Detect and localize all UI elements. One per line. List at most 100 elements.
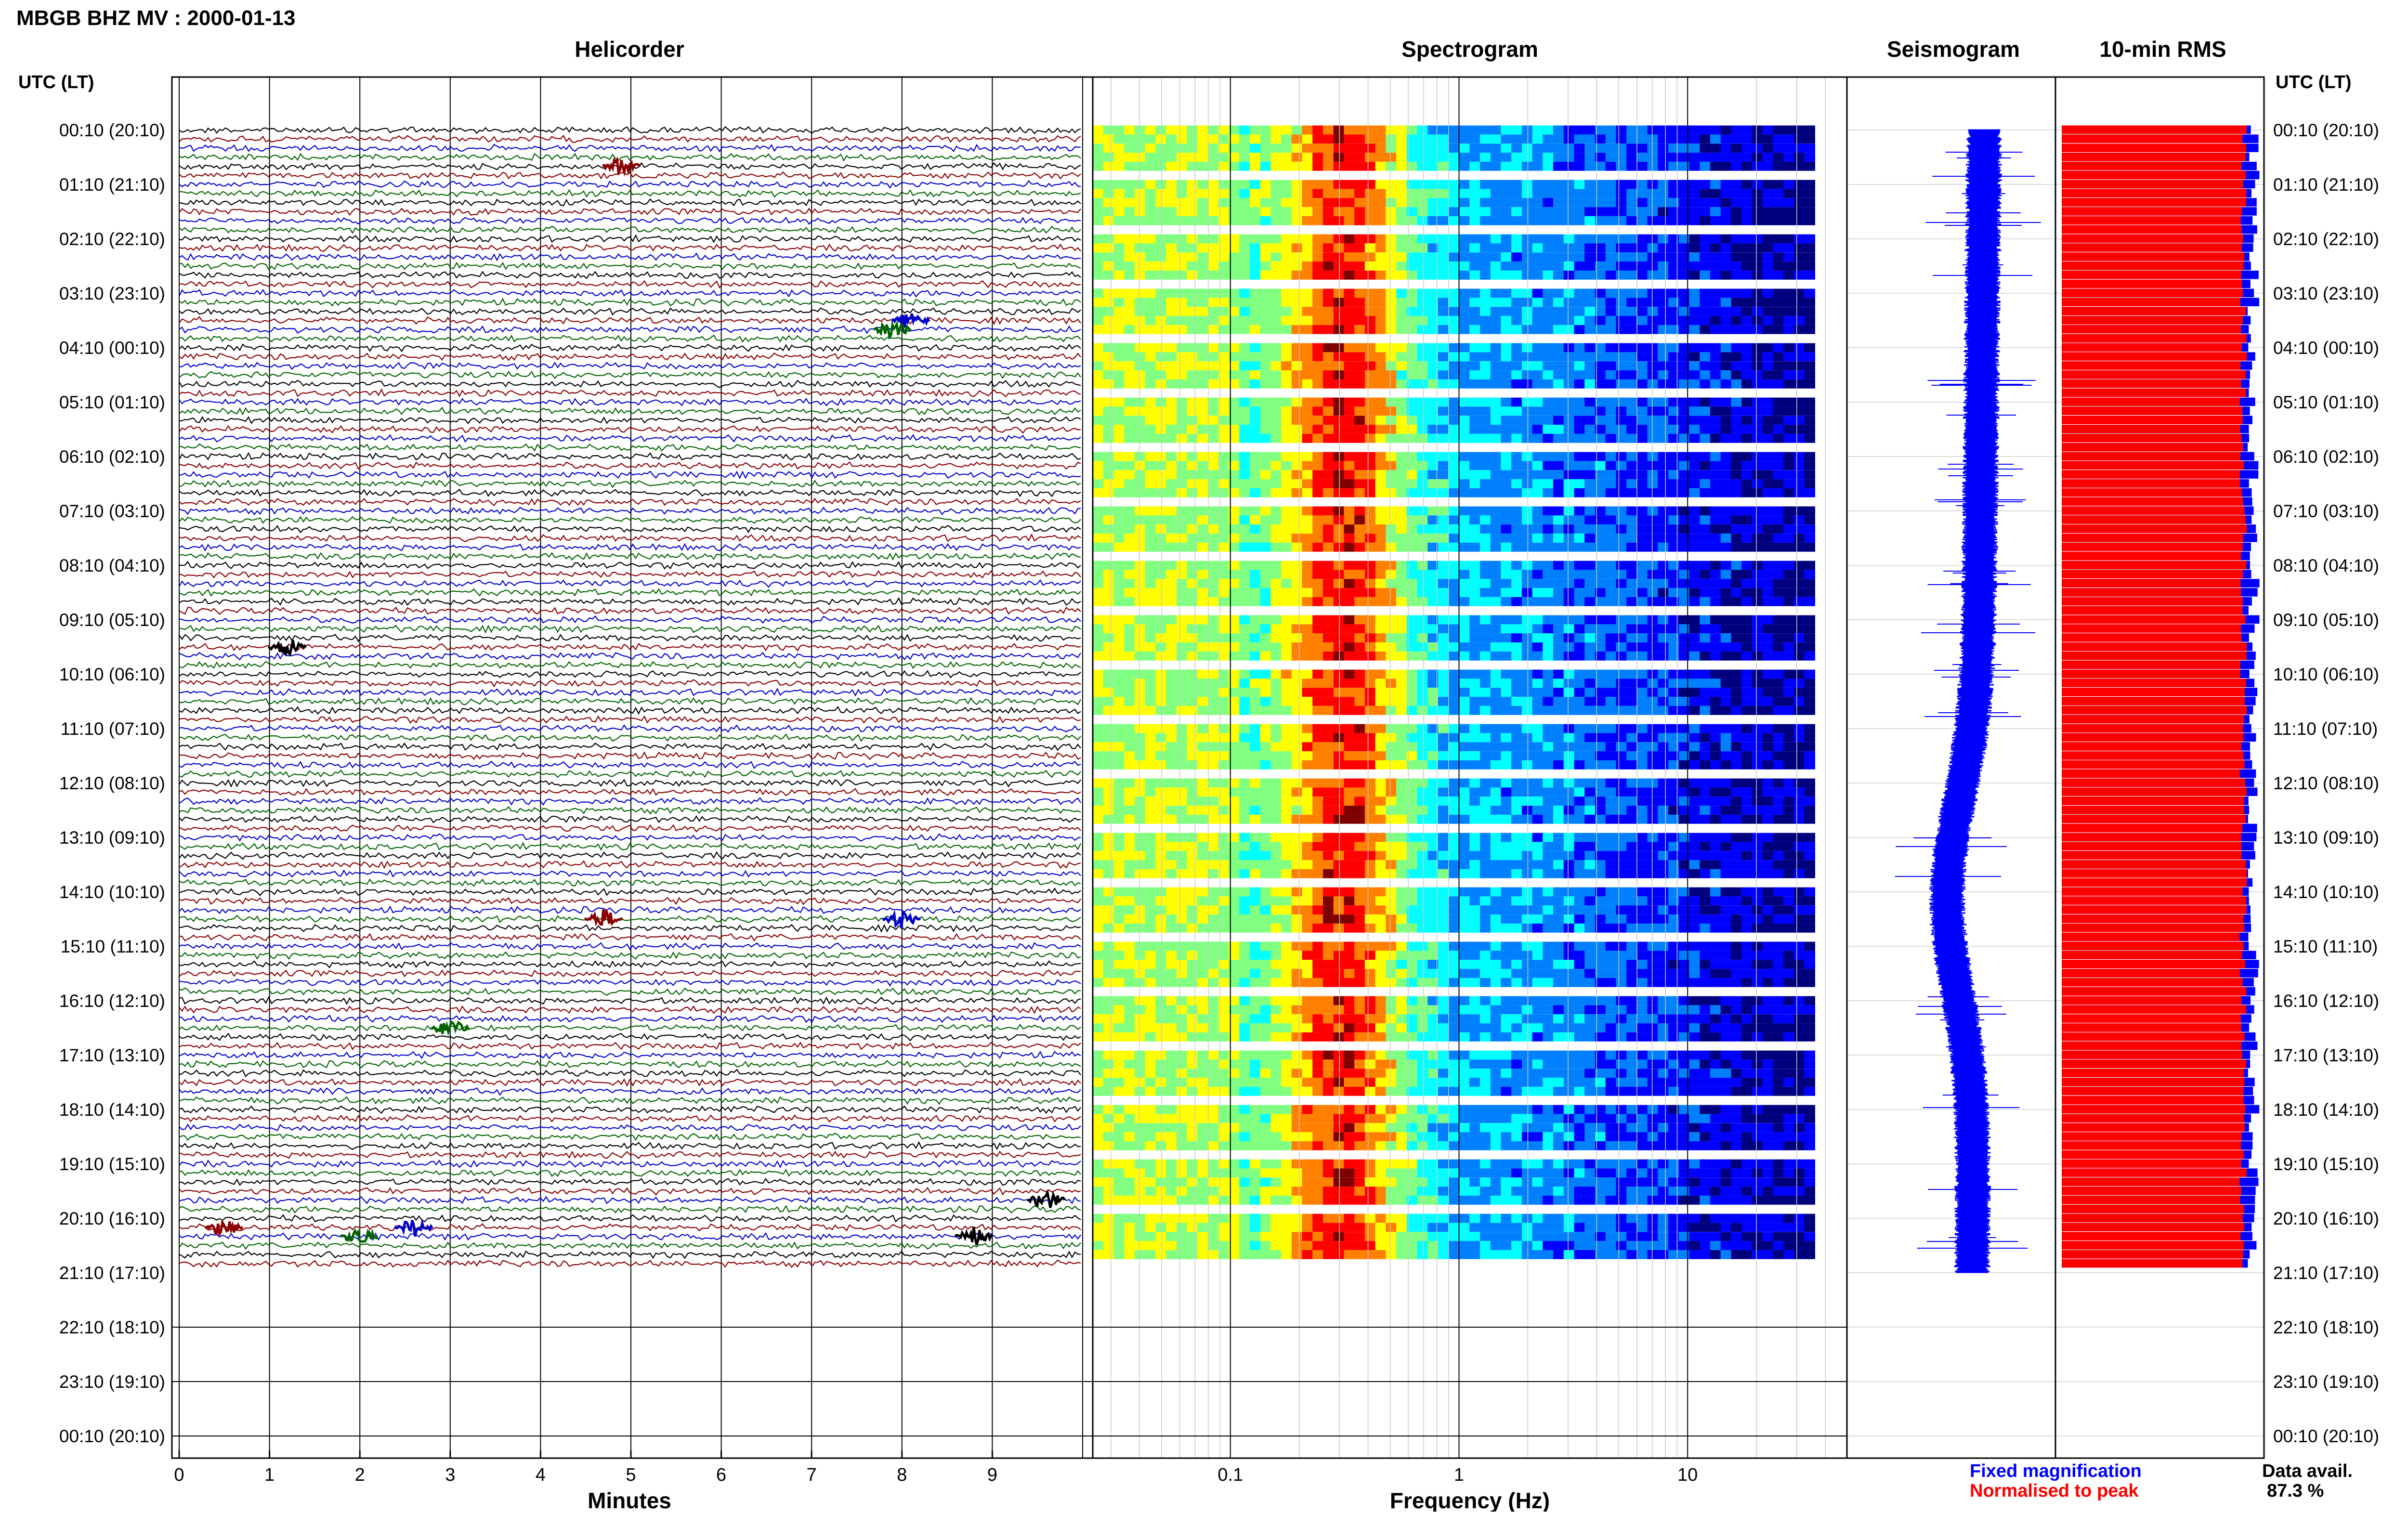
- spectrogram-cell: [1417, 397, 1428, 407]
- spectrogram-cell: [1354, 288, 1365, 298]
- spectrogram-cell: [1480, 144, 1491, 153]
- spectrogram-cell: [1543, 252, 1554, 262]
- spectrogram-cell: [1281, 416, 1292, 425]
- spectrogram-cell: [1281, 379, 1292, 389]
- spectrogram-cell: [1323, 515, 1334, 525]
- spectrogram-cell: [1636, 144, 1648, 153]
- spectrogram-cell: [1302, 570, 1313, 579]
- spectrogram-cell: [1563, 153, 1575, 162]
- spectrogram-cell: [1752, 778, 1763, 788]
- spectrogram-cell: [1166, 153, 1177, 162]
- spectrogram-cell: [1187, 252, 1198, 262]
- spectrogram-cell: [1658, 697, 1669, 706]
- spectrogram-cell: [1553, 479, 1564, 488]
- spectrogram-cell: [1793, 615, 1805, 625]
- spectrogram-cell: [1459, 125, 1470, 135]
- spectrogram-cell: [1249, 343, 1261, 352]
- spectrogram-cell: [1783, 370, 1794, 379]
- spectrogram-cell: [1176, 833, 1188, 842]
- spectrogram-cell: [1480, 461, 1491, 470]
- spectrogram-cell: [1762, 370, 1774, 379]
- spectrogram-cell: [1459, 705, 1470, 715]
- spectrogram-cell: [1605, 705, 1617, 715]
- spectrogram-cell: [1113, 470, 1125, 480]
- spectrogram-cell: [1333, 234, 1345, 244]
- spectrogram-cell: [1386, 860, 1397, 869]
- spectrogram-cell: [1710, 642, 1721, 652]
- spectrogram-cell: [1134, 261, 1146, 271]
- spectrogram-cell: [1386, 189, 1397, 198]
- spectrogram-cell: [1386, 842, 1397, 851]
- spectrogram-cell: [1260, 669, 1271, 679]
- spectrogram-cell: [1155, 488, 1166, 497]
- spectrogram-cell: [1584, 651, 1596, 661]
- spectrogram-cell: [1208, 851, 1219, 860]
- spectrogram-cell: [1511, 470, 1522, 480]
- spectrogram-cell: [1103, 624, 1114, 634]
- spectrogram-cell: [1459, 561, 1470, 570]
- spectrogram-cell: [1270, 806, 1282, 815]
- spectrogram-cell: [1270, 153, 1282, 162]
- spectrogram-cell: [1145, 298, 1156, 307]
- spectrogram-cell: [1260, 633, 1271, 642]
- spectrogram-cell: [1208, 597, 1219, 606]
- spectrogram-cell: [1187, 679, 1198, 688]
- spectrogram-cell: [1093, 270, 1104, 280]
- spectrogram-cell: [1386, 416, 1397, 425]
- spectrogram-cell: [1584, 742, 1596, 751]
- spectrogram-cell: [1689, 425, 1700, 434]
- spectrogram-cell: [1647, 488, 1659, 497]
- spectrogram-cell: [1134, 588, 1146, 597]
- spectrogram-cell: [1532, 787, 1544, 797]
- spectrogram-cell: [1532, 198, 1544, 207]
- spectrogram-cell: [1312, 542, 1323, 552]
- spectrogram-cell: [1584, 125, 1596, 135]
- spectrogram-cell: [1783, 669, 1794, 679]
- spectrogram-cell: [1270, 343, 1282, 352]
- spectrogram-cell: [1741, 325, 1753, 334]
- spectrogram-cell: [1459, 806, 1470, 815]
- spectrogram-cell: [1375, 452, 1387, 461]
- spectrogram-cell: [1270, 570, 1282, 579]
- spectrogram-cell: [1616, 298, 1627, 307]
- spectrogram-cell: [1281, 561, 1292, 570]
- spectrogram-cell: [1469, 724, 1480, 733]
- spectrogram-cell: [1584, 624, 1596, 634]
- spectrogram-cell: [1689, 452, 1700, 461]
- spectrogram-cell: [1197, 642, 1208, 652]
- spectrogram-cell: [1375, 760, 1387, 770]
- spectrogram-cell: [1636, 751, 1648, 760]
- spectrogram-cell: [1438, 561, 1449, 570]
- spectrogram-cell: [1605, 615, 1617, 625]
- spectrogram-cell: [1647, 161, 1659, 171]
- spectrogram-cell: [1563, 579, 1575, 588]
- spectrogram-cell: [1459, 252, 1470, 262]
- spectrogram-cell: [1448, 379, 1460, 389]
- spectrogram-cell: [1417, 370, 1428, 379]
- spectrogram-cell: [1417, 207, 1428, 216]
- spectrogram-cell: [1762, 688, 1774, 697]
- spectrogram-cell: [1521, 697, 1533, 706]
- spectrogram-cell: [1113, 742, 1125, 751]
- spectrogram-cell: [1574, 524, 1585, 534]
- spectrogram-cell: [1093, 524, 1104, 534]
- spectrogram-cell: [1459, 515, 1470, 525]
- spectrogram-cell: [1658, 742, 1669, 751]
- spectrogram-cell: [1700, 488, 1711, 497]
- spectrogram-cell: [1543, 270, 1554, 280]
- spectrogram-cell: [1521, 506, 1533, 516]
- spectrogram-cell: [1093, 325, 1104, 334]
- spectrogram-cell: [1124, 524, 1135, 534]
- spectrogram-cell: [1793, 361, 1805, 371]
- spectrogram-cell: [1312, 733, 1323, 743]
- spectrogram-cell: [1249, 534, 1261, 543]
- spectrogram-cell: [1176, 778, 1188, 788]
- spectrogram-cell: [1364, 778, 1376, 788]
- spectrogram-cell: [1208, 207, 1219, 216]
- spectrogram-cell: [1710, 524, 1721, 534]
- spectrogram-cell: [1731, 425, 1742, 434]
- spectrogram-cell: [1113, 361, 1125, 371]
- spectrogram-cell: [1155, 325, 1166, 334]
- spectrogram-cell: [1270, 307, 1282, 316]
- spectrogram-cell: [1793, 452, 1805, 461]
